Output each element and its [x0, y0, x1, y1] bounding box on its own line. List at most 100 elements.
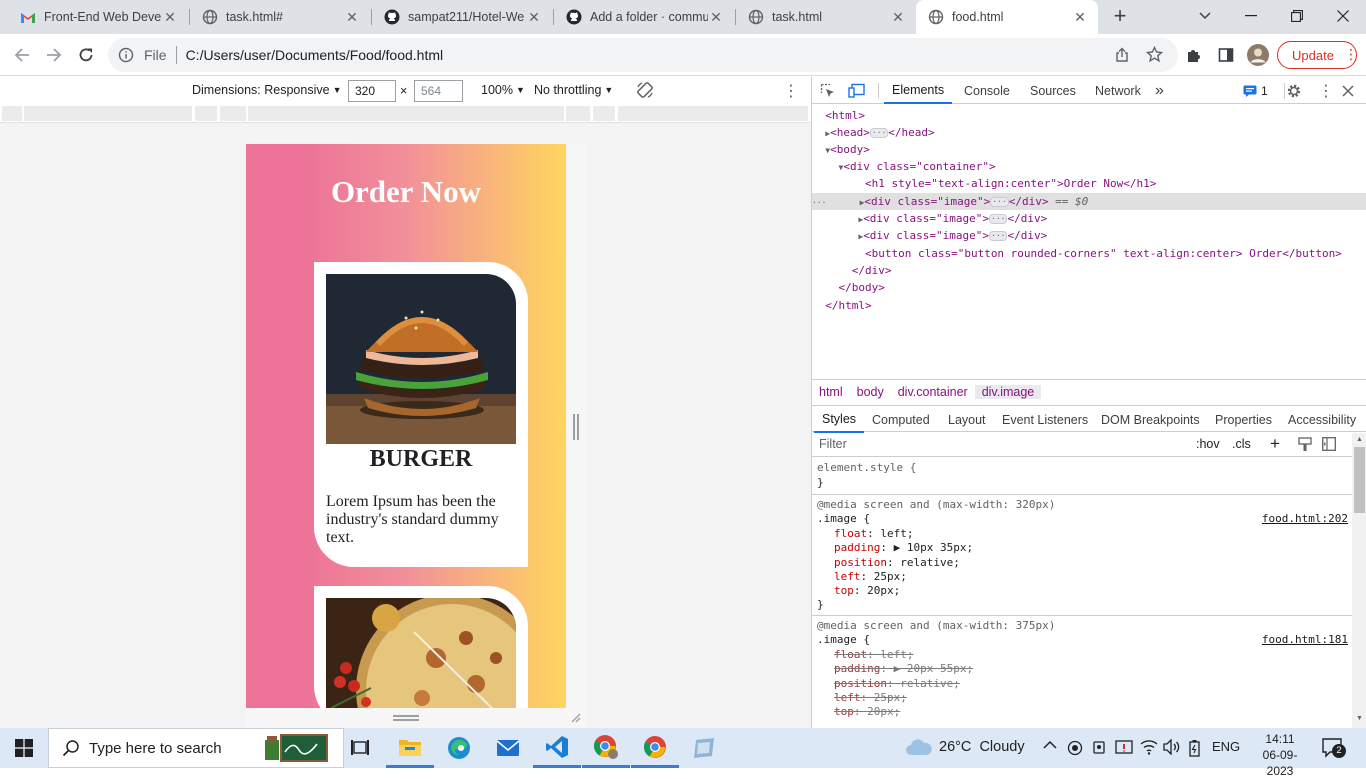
update-button[interactable]: Update ⋮ [1277, 41, 1358, 69]
notifications-button[interactable]: 2 [1322, 738, 1346, 758]
tab-accessibility[interactable]: Accessibility [1288, 406, 1356, 433]
tab-computed[interactable]: Computed [872, 406, 930, 433]
media-query-segment[interactable] [618, 106, 808, 121]
file-explorer-button[interactable] [386, 728, 434, 768]
url-text[interactable]: C:/Users/user/Documents/Food/food.html [186, 47, 444, 63]
media-query-segment[interactable] [195, 106, 217, 121]
cloud-icon[interactable] [905, 738, 933, 756]
sidebar-toggle-icon[interactable] [1322, 437, 1336, 451]
close-tab-icon[interactable]: ✕ [708, 9, 724, 26]
tab-gmail[interactable]: Front-End Web Develo ✕ [8, 0, 188, 34]
height-input[interactable]: 564 [414, 80, 463, 102]
dom-node-body-close[interactable]: </body> [812, 279, 1366, 296]
back-button[interactable] [6, 34, 38, 76]
inspect-element-icon[interactable] [820, 77, 836, 104]
media-query-segment[interactable] [593, 106, 615, 121]
issues-badge[interactable]: 1 [1239, 83, 1272, 99]
rule-selector[interactable]: .image { [817, 512, 870, 527]
tab-food-active[interactable]: food.html ✕ [916, 0, 1098, 34]
cls-toggle[interactable]: .cls [1232, 437, 1251, 451]
record-icon[interactable] [1067, 740, 1083, 756]
dom-node-body[interactable]: ▼<body> [812, 141, 1366, 158]
throttling-select[interactable]: No throttling ▼ [534, 83, 613, 97]
wifi-icon[interactable] [1140, 739, 1158, 755]
media-query-segment[interactable] [2, 106, 22, 121]
width-input[interactable]: 320 [348, 80, 396, 102]
dom-tree[interactable]: <html> ▶<head> ··· </head> ▼<body> ▼<div c… [812, 105, 1366, 377]
css-declaration[interactable]: position: relative; [834, 556, 960, 571]
vscode-button[interactable] [533, 728, 581, 768]
css-declaration[interactable]: top: 20px; [834, 584, 900, 599]
tab-console[interactable]: Console [964, 77, 1010, 104]
resize-corner-icon[interactable] [569, 711, 581, 723]
language-indicator[interactable]: ENG [1212, 739, 1240, 754]
dom-node-container[interactable]: ▼<div class="container"> [812, 158, 1366, 175]
css-declaration-overridden[interactable]: top: 20px; [834, 705, 900, 720]
scrollbar-thumb[interactable] [1354, 447, 1365, 513]
reload-button[interactable] [70, 34, 102, 76]
tab-task[interactable]: task.html ✕ [736, 0, 916, 34]
more-tabs-icon[interactable]: » [1155, 77, 1164, 104]
clock[interactable]: 14:11 06-09-2023 [1250, 731, 1310, 779]
styles-pane[interactable]: element.style { } @media screen and (max… [812, 458, 1352, 728]
task-view-button[interactable] [336, 728, 384, 768]
close-tab-icon[interactable]: ✕ [526, 9, 542, 26]
breadcrumb-container[interactable]: div.container [891, 385, 975, 399]
filter-input[interactable]: Filter [819, 437, 847, 451]
meet-icon[interactable] [1092, 739, 1108, 757]
tab-properties[interactable]: Properties [1215, 406, 1272, 433]
element-style-rule[interactable]: element.style { [817, 461, 916, 476]
edge-button[interactable] [435, 728, 483, 768]
dom-node-image[interactable]: ▶<div class="image"> ··· </div> [812, 210, 1366, 227]
close-tab-icon[interactable]: ✕ [1072, 9, 1088, 26]
tab-styles[interactable]: Styles [814, 406, 865, 433]
dom-node-head[interactable]: ▶<head> ··· </head> [812, 124, 1366, 141]
dom-node-html[interactable]: <html> [812, 107, 1366, 124]
close-devtools-icon[interactable] [1342, 77, 1354, 104]
tab-dom-breakpoints[interactable]: DOM Breakpoints [1101, 406, 1200, 433]
new-rule-icon[interactable]: + [1270, 434, 1280, 454]
restore-button[interactable] [1274, 0, 1320, 32]
media-query-segment[interactable] [24, 106, 192, 121]
resize-handle-bottom[interactable] [393, 715, 419, 721]
chrome-button[interactable] [631, 728, 679, 768]
minimize-button[interactable] [1228, 0, 1274, 32]
scroll-up-icon[interactable]: ▲ [1356, 436, 1363, 443]
tab-task-hash[interactable]: task.html# ✕ [190, 0, 370, 34]
device-toggle-icon[interactable] [848, 77, 866, 104]
dom-node-h1[interactable]: <h1 style="text-align:center">Order Now<… [812, 175, 1366, 192]
css-declaration[interactable]: padding: ▶ 10px 35px; [834, 541, 973, 556]
hov-toggle[interactable]: :hov [1196, 437, 1220, 451]
css-declaration-overridden[interactable]: float: left; [834, 648, 914, 663]
more-vertical-icon[interactable]: ⋮ [1318, 77, 1334, 104]
dimensions-select[interactable]: Dimensions: Responsive ▼ [192, 83, 341, 97]
weather-text[interactable]: 26°C Cloudy [939, 739, 1025, 755]
share-icon[interactable] [1114, 47, 1130, 63]
app-button[interactable] [680, 728, 728, 768]
media-query-segment[interactable] [248, 106, 564, 121]
chrome-profile-button[interactable] [582, 728, 630, 768]
ellipsis-icon[interactable]: ··· [989, 214, 1008, 224]
tab-network[interactable]: Network [1095, 77, 1141, 104]
breadcrumb-image[interactable]: div.image [974, 385, 1042, 399]
paint-brush-icon[interactable] [1298, 437, 1312, 452]
close-tab-icon[interactable]: ✕ [162, 9, 178, 26]
tab-layout[interactable]: Layout [948, 406, 986, 433]
scroll-down-icon[interactable]: ▼ [1356, 715, 1363, 722]
css-declaration[interactable]: left: 25px; [834, 570, 907, 585]
css-declaration[interactable]: float: left; [834, 527, 914, 542]
css-declaration-overridden[interactable]: padding: ▶ 20px 55px; [834, 662, 973, 677]
more-vertical-icon[interactable]: ⋮ [783, 81, 799, 101]
css-declaration-overridden[interactable]: position: relative; [834, 677, 960, 692]
tab-github-repo[interactable]: sampat211/Hotel-We ✕ [372, 0, 552, 34]
rotate-icon[interactable] [636, 81, 654, 99]
taskbar-search-box[interactable]: Type here to search [48, 728, 344, 768]
rule-source-link[interactable]: food.html:181 [1262, 633, 1348, 648]
mail-button[interactable] [484, 728, 532, 768]
tab-search-button[interactable] [1182, 0, 1228, 32]
tab-elements[interactable]: Elements [884, 77, 953, 104]
breadcrumb-body[interactable]: body [850, 385, 891, 399]
dom-node-container-close[interactable]: </div> [812, 262, 1366, 279]
profile-button[interactable] [1242, 34, 1274, 76]
tab-github-folder[interactable]: Add a folder · commu ✕ [554, 0, 734, 34]
